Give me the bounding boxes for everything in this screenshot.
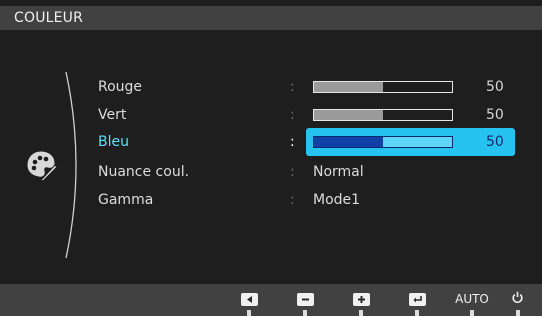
enter-button[interactable] [406,290,428,308]
power-button[interactable] [508,290,526,308]
control-bar: AUTO [0,284,542,316]
slider-value: 50 [486,107,504,123]
button-tick [303,310,307,316]
auto-button[interactable]: AUTO [453,290,491,308]
rouge-slider[interactable] [313,81,453,93]
menu-item-label: Nuance coul. [98,164,190,180]
separator: : [290,192,295,208]
button-tick [247,310,251,316]
menu-item-vert[interactable]: Vert : 50 [0,102,542,128]
plus-button[interactable] [350,290,372,308]
menu-item-nuance-coul[interactable]: Nuance coul. : Normal [0,159,542,185]
left-button[interactable] [238,290,260,308]
separator: : [290,107,295,123]
separator: : [290,164,295,180]
separator: : [290,79,295,95]
button-tick [415,310,419,316]
option-value: Mode1 [313,192,361,208]
minus-icon [296,292,314,306]
button-tick [359,310,363,316]
slider-fill [314,137,383,147]
osd-menu: COULEUR Rouge : 50 Vert : 50 Bleu: 50 N… [0,0,542,316]
option-value: Normal [313,164,364,180]
left-arrow-icon [240,292,258,306]
enter-icon [408,292,426,306]
minus-button[interactable] [294,290,316,308]
vert-slider[interactable] [313,109,453,121]
menu-item-label: Rouge [98,79,143,95]
menu-item-label: Bleu [98,134,129,150]
slider-fill [314,110,383,120]
menu-item-rouge[interactable]: Rouge : 50 [0,74,542,100]
menu-item-bleu[interactable]: Bleu : 50 [0,129,542,155]
bleu-slider[interactable] [313,136,453,148]
menu-item-label: Vert [98,107,127,123]
separator: : [290,134,295,150]
menu-item-label: Gamma [98,192,154,208]
menu-item-gamma[interactable]: Gamma : Mode1 [0,187,542,213]
slider-value: 50 [486,134,504,150]
button-tick [516,310,520,316]
power-icon [511,291,524,307]
button-tick [470,310,474,316]
menu-title: COULEUR [0,6,542,30]
plus-icon [352,292,370,306]
slider-value: 50 [486,79,504,95]
slider-fill [314,82,383,92]
